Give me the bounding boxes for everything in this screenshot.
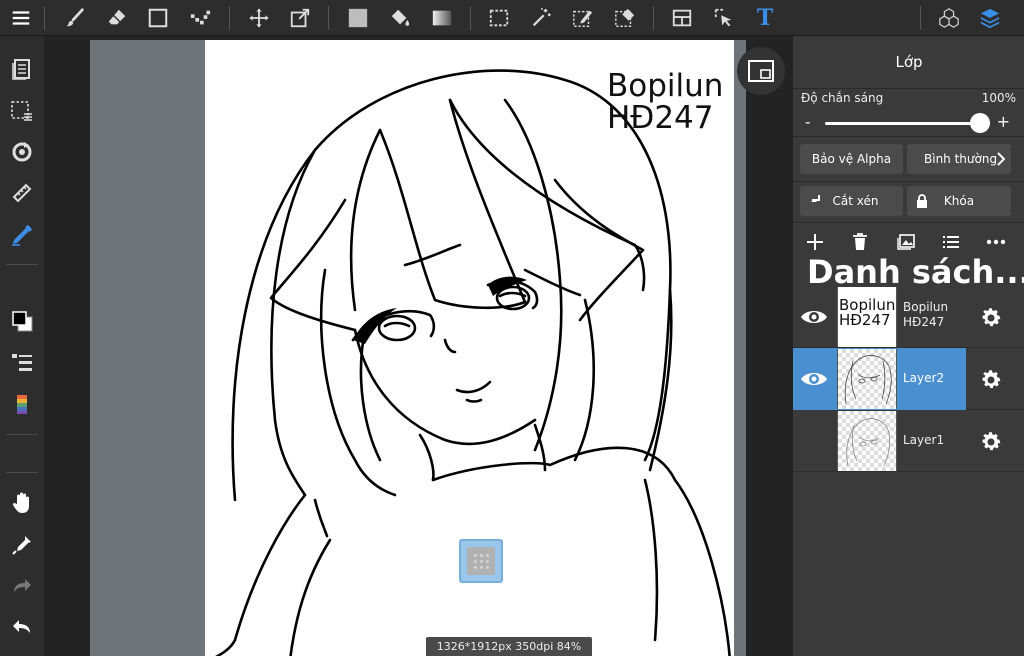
alpha-protect-button[interactable]: Bảo vệ Alpha <box>800 144 903 174</box>
alpha-protect-label: Bảo vệ Alpha <box>811 152 892 166</box>
color-swatch-icon[interactable] <box>7 306 37 336</box>
layer-name: Bopilun HĐ247 <box>903 300 949 329</box>
gradient-icon[interactable] <box>427 3 457 33</box>
visibility-eye-icon[interactable] <box>799 304 829 330</box>
panel-title: Lớp <box>895 53 923 71</box>
more-options-icon[interactable] <box>984 232 1008 252</box>
watermark-line-1: Bopilun <box>607 68 724 104</box>
layer-row-bopilun[interactable]: Bopilun HĐ247 Bopilun HĐ247 <box>793 286 1024 348</box>
quick-access-handle[interactable] <box>459 539 503 583</box>
layer-panel: Lớp Độ chắn sáng 100% - + Bảo vệ Alpha B… <box>792 36 1024 656</box>
opacity-slider-knob[interactable] <box>970 113 990 133</box>
navigator-icon <box>748 60 774 82</box>
canvas-status: 1326*1912px 350dpi 84% <box>426 637 592 656</box>
layer-name: Layer2 <box>903 371 945 385</box>
layer-name: Layer1 <box>903 433 945 447</box>
canvas-workspace[interactable]: Bopilun HĐ247 1326*1912px 350dpi 84% <box>44 36 792 656</box>
layer-thumbnail: Bopilun HĐ247 <box>837 287 897 347</box>
opacity-value: 100% <box>981 91 1016 105</box>
layer-thumbnail <box>837 411 897 471</box>
dot-brush-icon[interactable] <box>185 3 215 33</box>
pen-ruler-icon[interactable] <box>7 220 37 250</box>
gear-icon[interactable] <box>977 304 1005 332</box>
select-eraser-icon[interactable] <box>610 3 640 33</box>
clipping-button[interactable]: Cắt xén <box>800 186 903 216</box>
chevron-right-icon <box>997 152 1005 166</box>
ruler-icon[interactable] <box>7 178 37 208</box>
rotate-icon[interactable] <box>7 137 37 167</box>
grip-icon <box>467 547 495 575</box>
delete-layer-icon[interactable] <box>848 232 872 252</box>
document-icon[interactable] <box>7 54 37 84</box>
watermark-text: Bopilun HĐ247 <box>607 70 723 134</box>
top-toolbar: T <box>0 0 1024 36</box>
watermark-line-2: HĐ247 <box>607 100 714 136</box>
fill-color-icon[interactable] <box>343 3 373 33</box>
color-palette-icon[interactable] <box>7 389 37 419</box>
layers-icon[interactable] <box>975 3 1005 33</box>
transform-icon[interactable] <box>285 3 315 33</box>
opacity-increase-button[interactable]: + <box>997 112 1010 131</box>
lock-icon <box>917 194 927 208</box>
select-pen-icon[interactable] <box>568 3 598 33</box>
left-toolbar <box>0 36 44 656</box>
visibility-eye-icon[interactable] <box>799 366 829 392</box>
layout-icon[interactable] <box>667 3 697 33</box>
clipping-label: Cắt xén <box>832 194 879 208</box>
text-icon[interactable]: T <box>750 3 780 33</box>
selection-list-icon[interactable] <box>7 96 37 126</box>
eraser-icon[interactable] <box>102 3 132 33</box>
bucket-icon[interactable] <box>385 3 415 33</box>
layer-row-layer2[interactable]: Layer2 <box>793 348 1024 410</box>
move-icon[interactable] <box>244 3 274 33</box>
layer-list-options-icon[interactable] <box>939 232 963 252</box>
3d-icon[interactable] <box>934 3 964 33</box>
shape-icon[interactable] <box>143 3 173 33</box>
visibility-eye-hidden-icon[interactable] <box>799 428 829 454</box>
opacity-label: Độ chắn sáng <box>801 91 884 105</box>
layer-image-icon[interactable] <box>894 232 918 252</box>
opacity-decrease-button[interactable]: - <box>805 113 810 131</box>
brush-icon[interactable] <box>60 3 90 33</box>
blend-mode-button[interactable]: Bình thường <box>907 144 1011 174</box>
magic-wand-icon[interactable] <box>526 3 556 33</box>
lock-label: Khóa <box>943 194 975 208</box>
menu-icon[interactable] <box>6 3 36 33</box>
opacity-slider[interactable] <box>825 122 989 125</box>
add-layer-icon[interactable] <box>803 232 827 252</box>
layer-thumbnail <box>837 349 897 409</box>
hand-icon[interactable] <box>7 488 37 518</box>
redo-icon[interactable] <box>7 571 37 601</box>
gear-icon[interactable] <box>977 428 1005 456</box>
layer-row-layer1[interactable]: Layer1 <box>793 410 1024 472</box>
undo-icon[interactable] <box>7 612 37 642</box>
lock-button[interactable]: Khóa <box>907 186 1011 216</box>
clipping-icon <box>811 195 820 202</box>
navigator-button[interactable] <box>737 47 785 95</box>
select-rect-icon[interactable] <box>484 3 514 33</box>
select-layer-icon[interactable] <box>709 3 739 33</box>
eyedropper-icon[interactable] <box>7 530 37 560</box>
gear-icon[interactable] <box>977 366 1005 394</box>
blend-mode-label: Bình thường <box>924 152 998 166</box>
layer-list-icon[interactable] <box>7 348 37 378</box>
